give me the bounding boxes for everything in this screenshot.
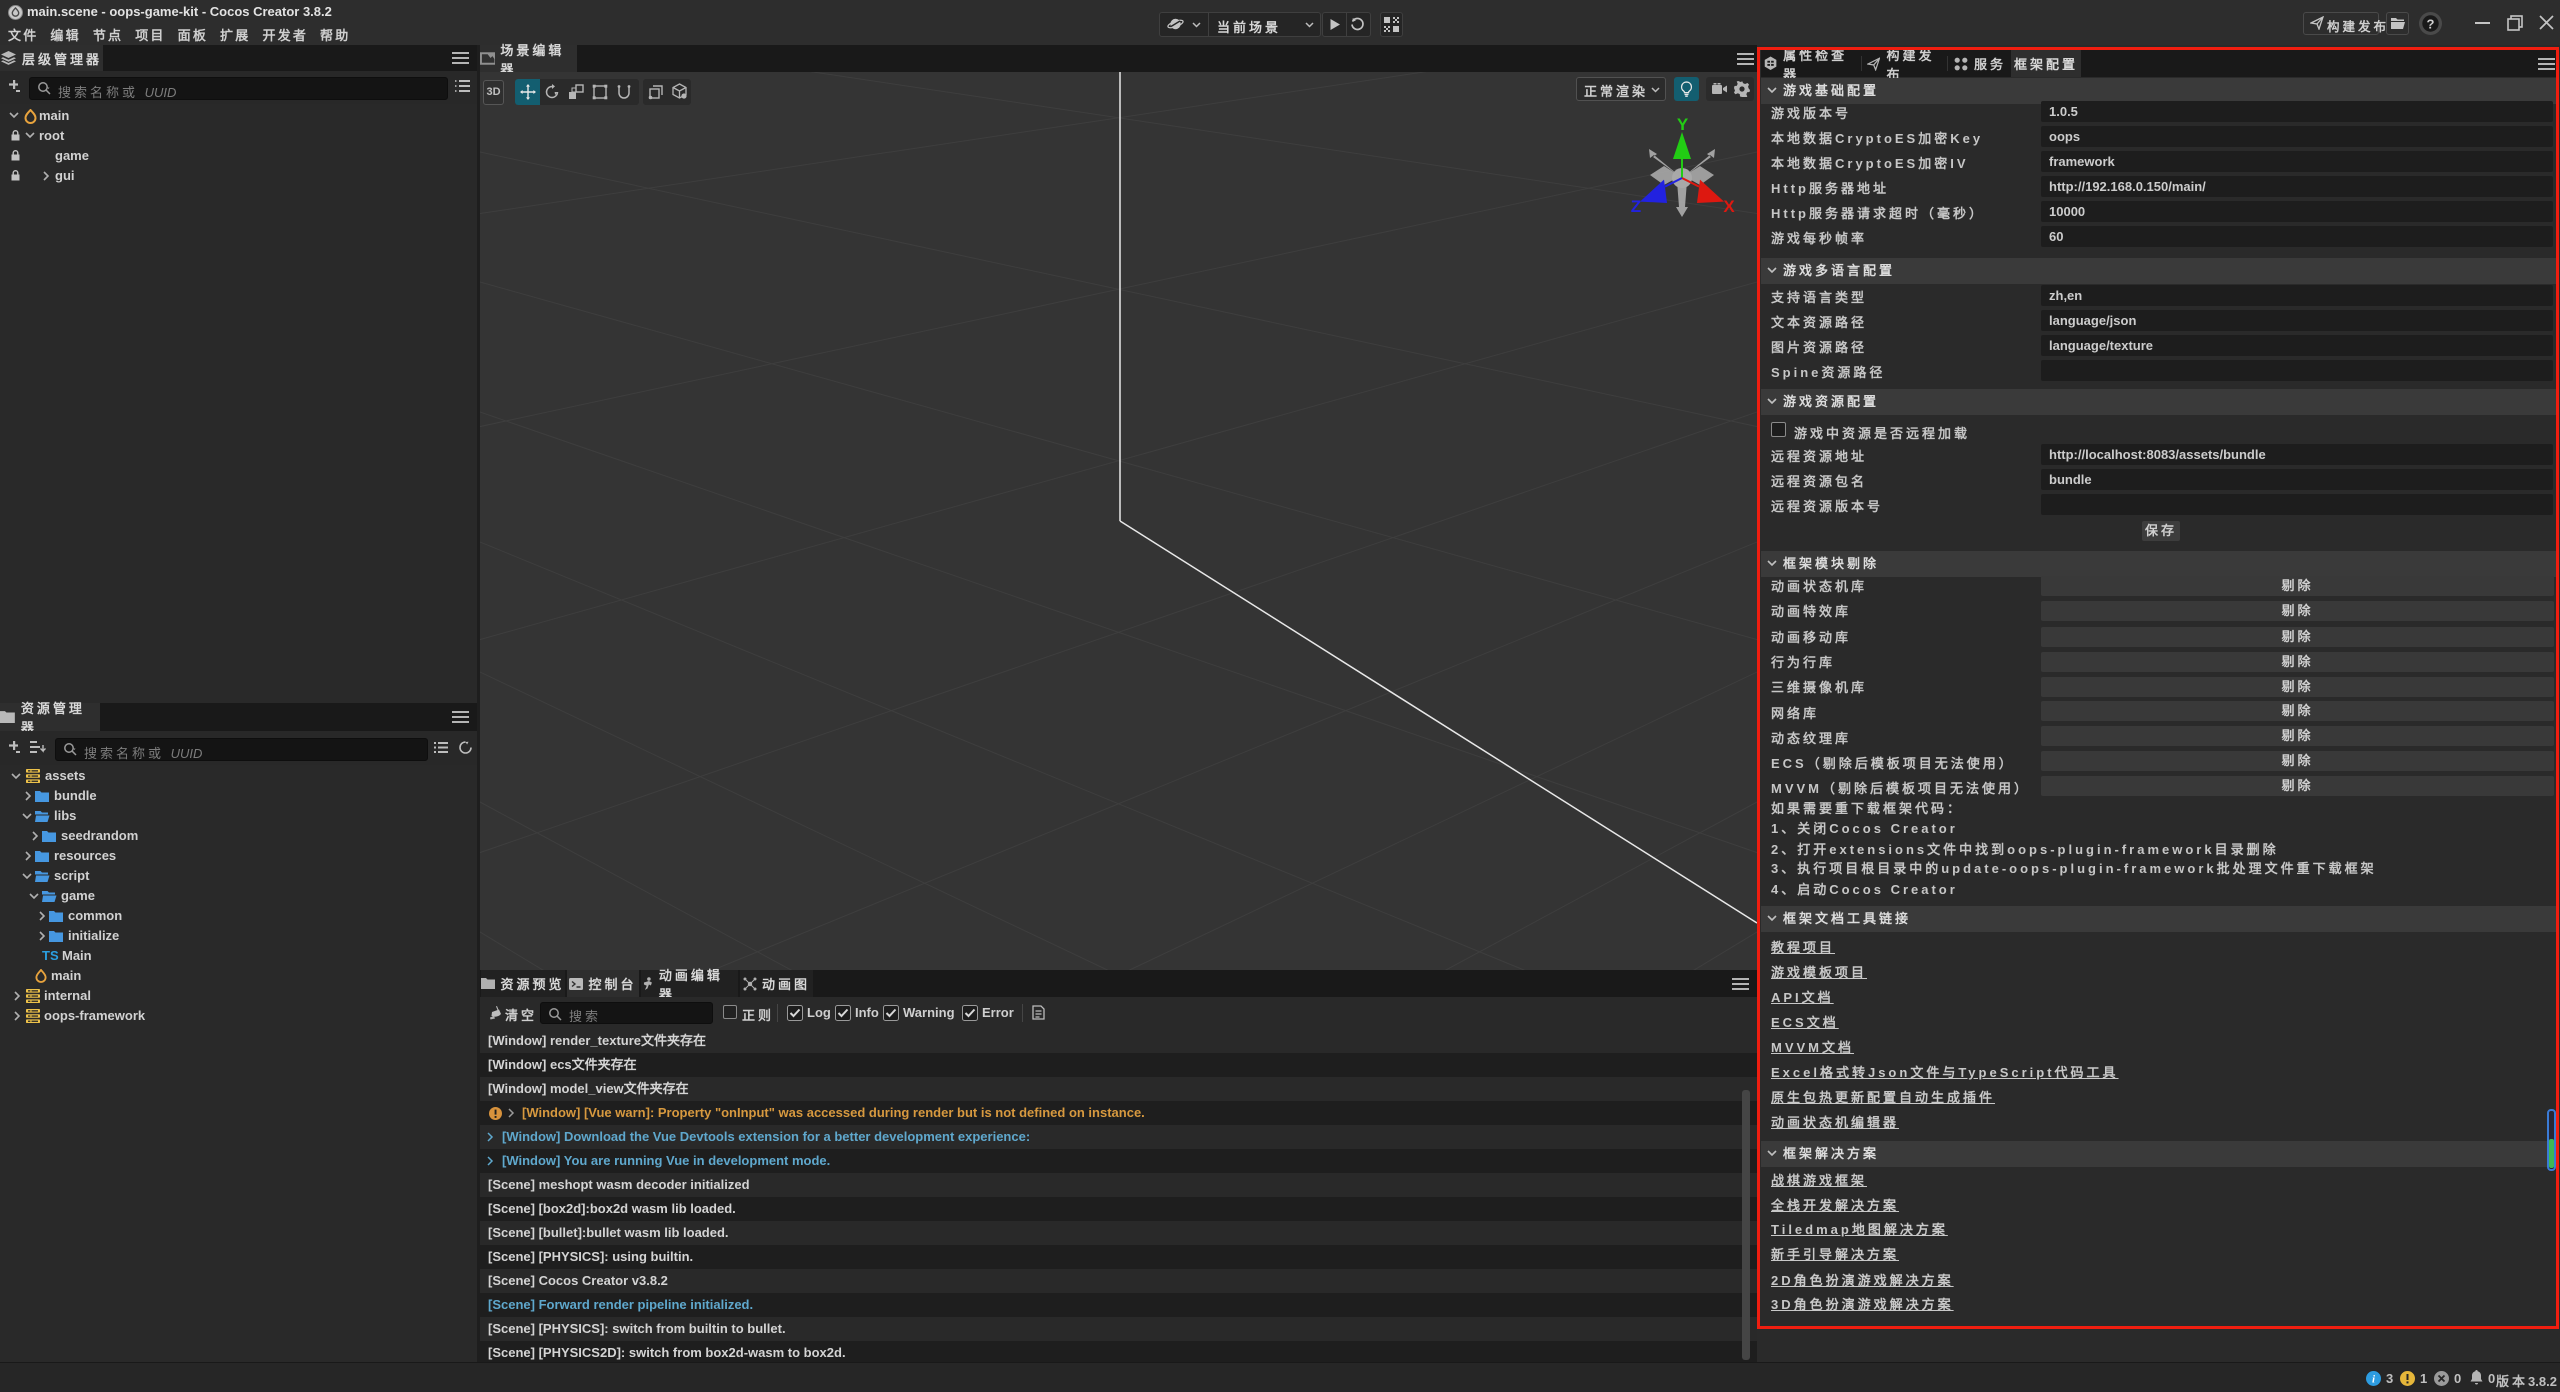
- svg-text:Z: Z: [1631, 197, 1641, 216]
- svg-text:Y: Y: [1677, 115, 1689, 134]
- svg-text:X: X: [1723, 197, 1735, 216]
- svg-text:?: ?: [2427, 16, 2435, 31]
